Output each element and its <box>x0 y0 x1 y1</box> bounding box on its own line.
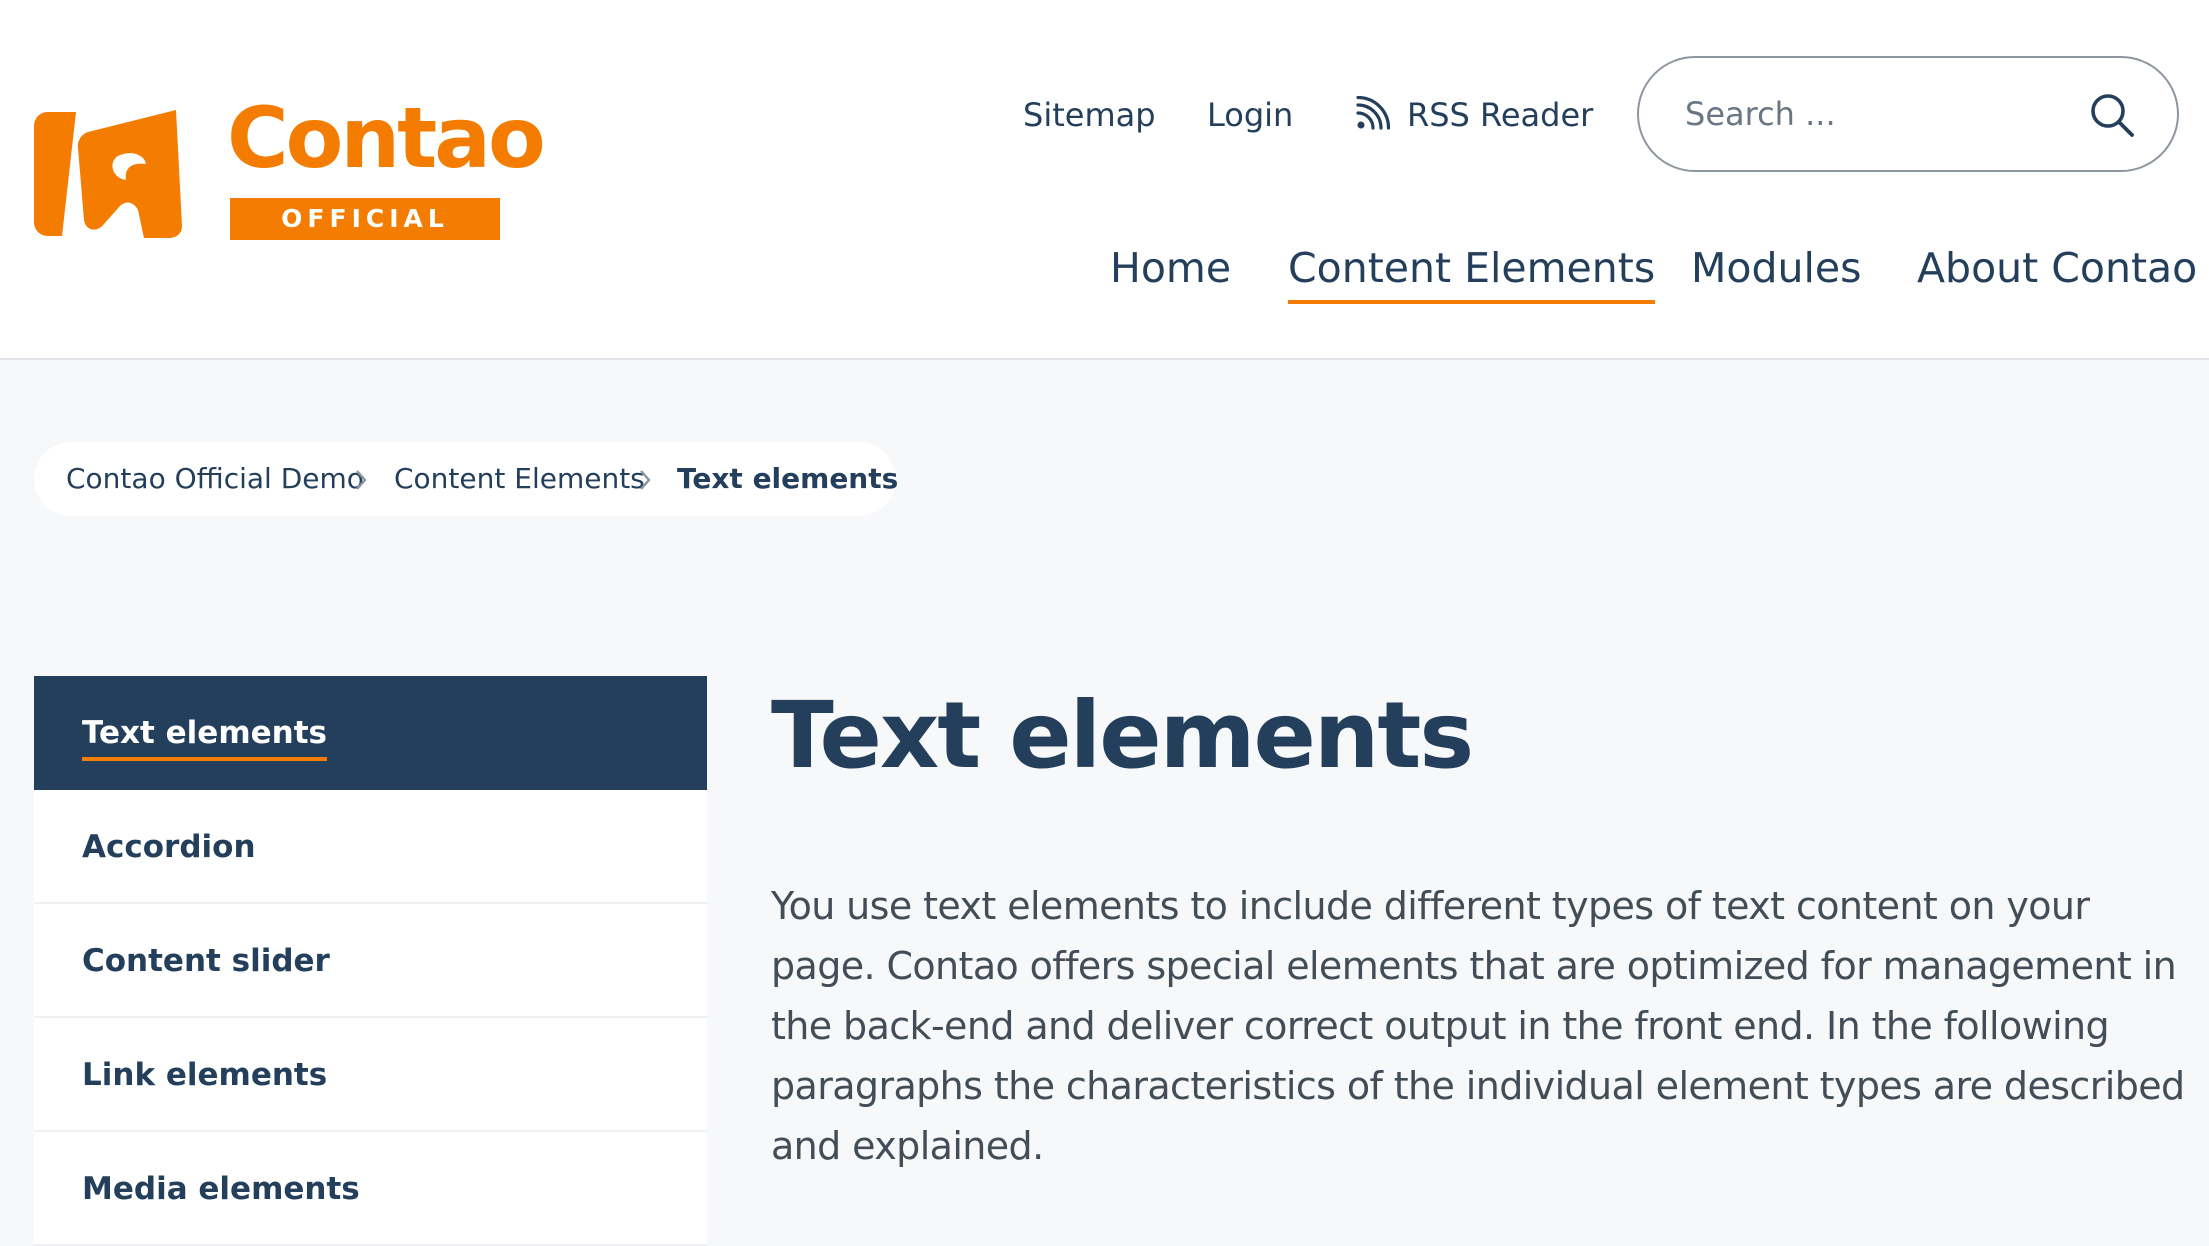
chevron-right-icon <box>640 470 651 490</box>
sidebar-item-content-slider[interactable]: Content slider <box>34 904 707 1018</box>
site-header: Contao OFFICIAL DEMO Sitemap Login RSS R… <box>0 0 2209 360</box>
nav-content-elements[interactable]: Content Elements <box>1288 240 1656 304</box>
page-title: Text elements <box>771 682 1474 789</box>
search-icon[interactable] <box>2089 92 2135 138</box>
search-box <box>1637 56 2179 172</box>
breadcrumb-item-content-elements[interactable]: Content Elements <box>394 442 645 516</box>
rss-icon <box>1356 96 1390 130</box>
contao-logo-icon <box>34 110 182 238</box>
logo-wordmark: Contao <box>227 89 546 187</box>
sidebar-item-label: Content slider <box>82 943 330 979</box>
rss-reader-link[interactable]: RSS Reader <box>1407 92 1593 138</box>
search-input[interactable] <box>1685 84 2065 144</box>
sidebar-item-accordion[interactable]: Accordion <box>34 790 707 904</box>
sidebar-item-label: Accordion <box>82 829 256 865</box>
nav-home[interactable]: Home <box>1110 240 1231 296</box>
breadcrumb: Contao Official Demo Content Elements Te… <box>34 442 899 516</box>
logo-badge: OFFICIAL DEMO <box>230 198 500 275</box>
sidebar-item-label: Media elements <box>82 1171 360 1207</box>
login-link[interactable]: Login <box>1207 92 1293 138</box>
intro-paragraph: You use text elements to include differe… <box>771 884 2185 1168</box>
nav-modules[interactable]: Modules <box>1691 240 1861 296</box>
sidebar-item-link-elements[interactable]: Link elements <box>34 1018 707 1132</box>
chevron-right-icon <box>356 470 367 490</box>
sitemap-link[interactable]: Sitemap <box>1023 92 1156 138</box>
sidebar-item-label: Link elements <box>82 1057 328 1093</box>
breadcrumb-item-home[interactable]: Contao Official Demo <box>66 442 364 516</box>
sidebar-item-text-elements[interactable]: Text elements <box>34 676 707 790</box>
breadcrumb-item-current: Text elements <box>677 462 899 495</box>
sidebar-item-label: Text elements <box>82 715 328 751</box>
nav-about-contao[interactable]: About Contao <box>1917 240 2197 296</box>
sidebar-item-media-elements[interactable]: Media elements <box>34 1132 707 1246</box>
main-content: Text elements You use text elements to i… <box>771 676 2191 1176</box>
site-logo[interactable]: Contao OFFICIAL DEMO <box>34 96 546 275</box>
